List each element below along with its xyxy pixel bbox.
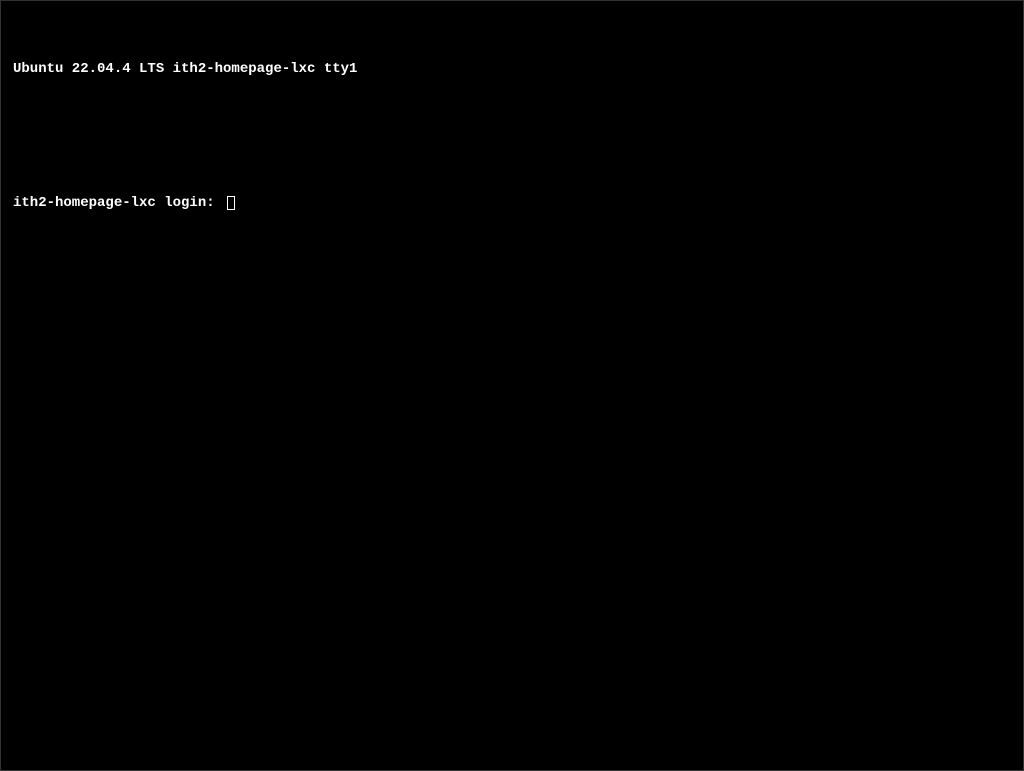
system-banner: Ubuntu 22.04.4 LTS ith2-homepage-lxc tty… xyxy=(13,58,1011,80)
login-prompt-text: ith2-homepage-lxc login: xyxy=(13,192,223,214)
terminal-screen[interactable]: Ubuntu 22.04.4 LTS ith2-homepage-lxc tty… xyxy=(1,1,1023,770)
blank-line xyxy=(13,125,1011,147)
text-cursor-icon xyxy=(227,196,235,210)
login-prompt-line[interactable]: ith2-homepage-lxc login: xyxy=(13,192,1011,214)
